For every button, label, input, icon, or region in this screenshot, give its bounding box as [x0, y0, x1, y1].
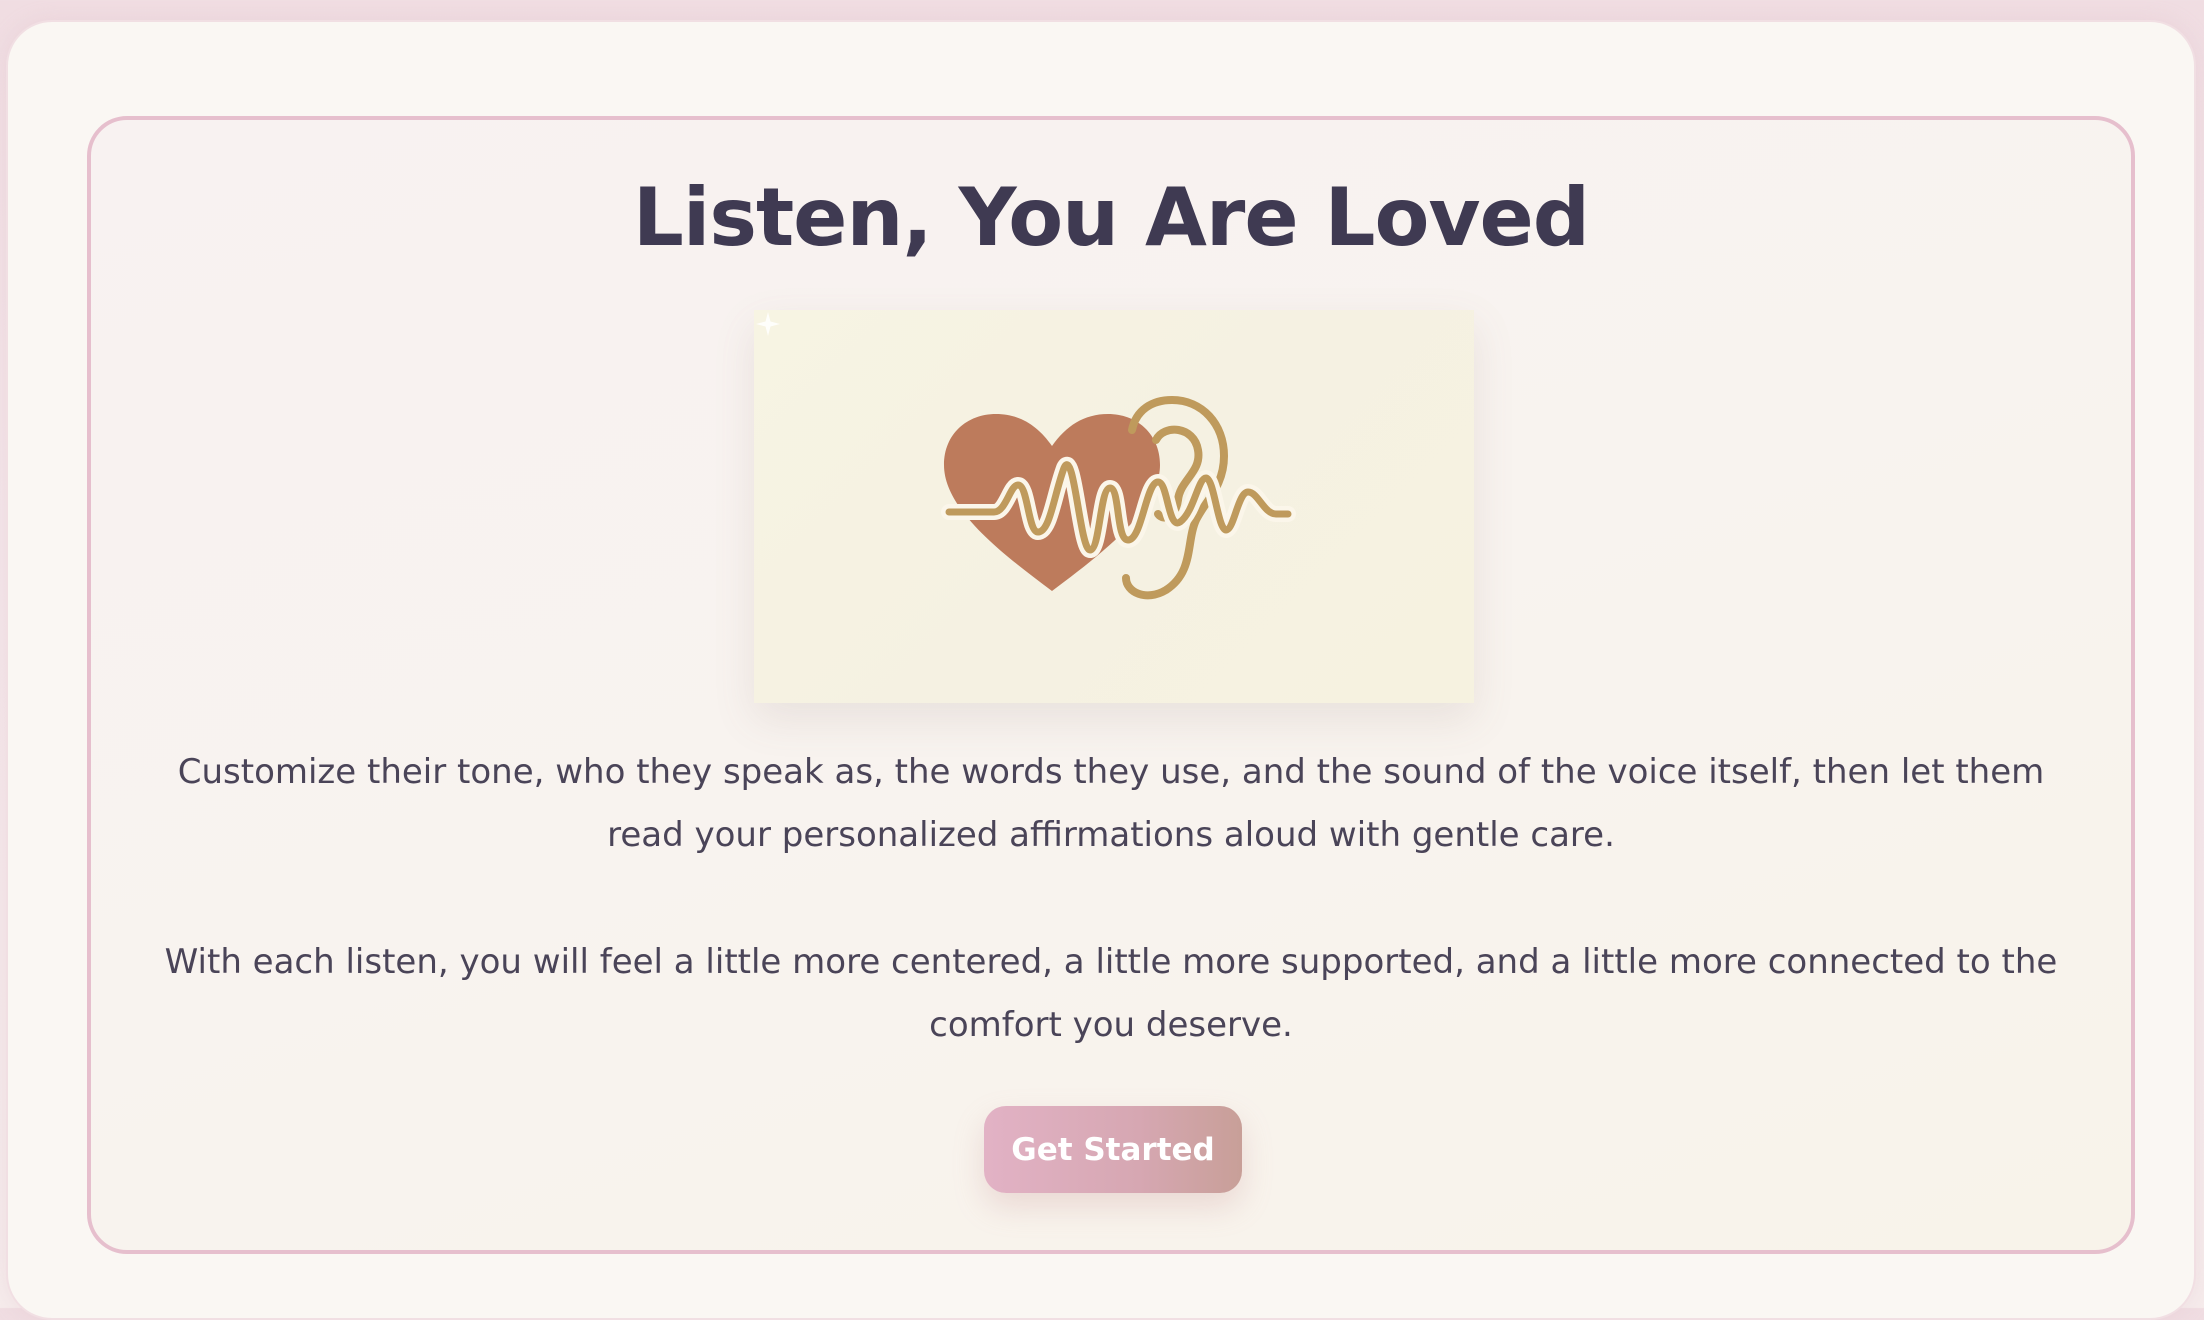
- intro-paragraph: Customize their tone, who they speak as,…: [177, 752, 2045, 855]
- heart-ear-illustration: [754, 310, 1474, 703]
- heart-ear-icon: [941, 395, 1296, 600]
- get-started-button[interactable]: Get Started: [984, 1106, 1242, 1193]
- sparkle-icon: [756, 312, 780, 336]
- outer-card: Listen, You Are Loved Customize their to…: [6, 20, 2196, 1320]
- page-title: Listen, You Are Loved: [632, 171, 1590, 264]
- hero-card: Listen, You Are Loved Customize their to…: [87, 116, 2135, 1254]
- benefit-paragraph: With each listen, you will feel a little…: [164, 942, 2058, 1045]
